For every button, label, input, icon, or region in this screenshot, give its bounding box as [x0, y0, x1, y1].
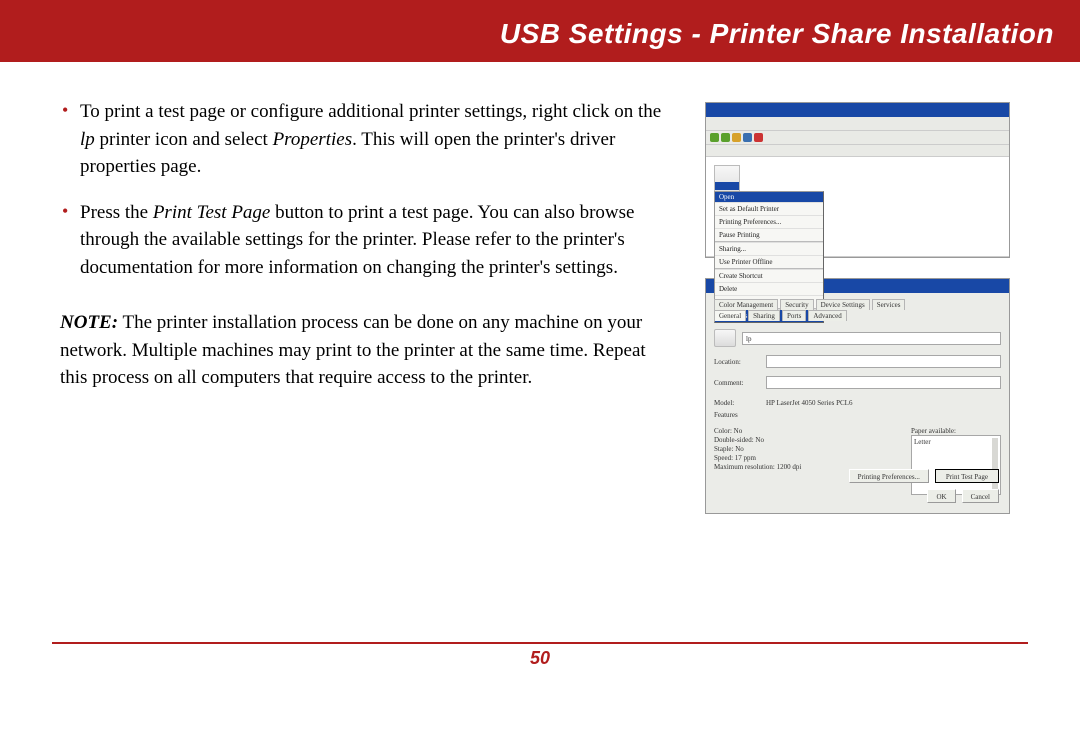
- bullet-list: To print a test page or configure additi…: [60, 98, 675, 281]
- location-input: [766, 355, 1001, 368]
- context-menu-item: Sharing...: [715, 242, 823, 255]
- paper-value: Letter: [912, 436, 1000, 448]
- toolbar-icon: [743, 133, 752, 142]
- printing-preferences-button: Printing Preferences...: [849, 469, 929, 483]
- context-menu-item: Pause Printing: [715, 228, 823, 241]
- dialog-tab-active: General: [714, 310, 746, 321]
- header-title: USB Settings - Printer Share Installatio…: [500, 18, 1054, 49]
- toolbar-icon: [732, 133, 741, 142]
- feature-line: Speed: 17 ppm: [714, 454, 905, 463]
- printer-glyph-icon: [714, 329, 736, 347]
- dialog-body: Color Management Security Device Setting…: [706, 293, 1009, 513]
- italic-text: lp: [80, 129, 95, 150]
- page-header: USB Settings - Printer Share Installatio…: [0, 0, 1080, 62]
- dialog-tab: Ports: [782, 310, 806, 321]
- window-toolbar: [706, 131, 1009, 145]
- dialog-tab: Security: [780, 299, 813, 310]
- feature-line: Color: No: [714, 427, 905, 436]
- context-menu-header: Open: [715, 192, 823, 202]
- cancel-button: Cancel: [962, 489, 999, 503]
- dialog-tab: Advanced: [808, 310, 846, 321]
- note-text: The printer installation process can be …: [60, 312, 646, 388]
- feature-line: Double-sided: No: [714, 436, 905, 445]
- location-row: Location:: [714, 355, 1001, 368]
- window-addressbar: [706, 145, 1009, 157]
- screenshot-printers-window: Open Set as Default Printer Printing Pre…: [705, 102, 1010, 258]
- features-label: Features: [714, 411, 1001, 419]
- name-input: lp: [742, 332, 1001, 345]
- body: To print a test page or configure additi…: [0, 62, 1080, 632]
- text: printer icon and select: [95, 129, 273, 150]
- text: Press the: [80, 202, 153, 223]
- dialog-tabs-row: Color Management Security Device Setting…: [714, 299, 1001, 310]
- note-paragraph: NOTE: The printer installation process c…: [60, 309, 675, 392]
- feature-line: Staple: No: [714, 445, 905, 454]
- print-test-page-button: Print Test Page: [935, 469, 999, 483]
- location-label: Location:: [714, 358, 760, 366]
- comment-input: [766, 376, 1001, 389]
- toolbar-icon: [721, 133, 730, 142]
- page-number: 50: [0, 648, 1080, 669]
- comment-row: Comment:: [714, 376, 1001, 389]
- printer-icon: [714, 165, 740, 193]
- italic-text: Properties: [273, 129, 353, 150]
- dialog-buttons-upper: Printing Preferences... Print Test Page: [849, 469, 999, 483]
- dialog-tab: Color Management: [714, 299, 778, 310]
- context-menu-item: Set as Default Printer: [715, 202, 823, 215]
- ok-button: OK: [927, 489, 955, 503]
- note-label: NOTE:: [60, 312, 118, 333]
- context-menu-item: Create Shortcut: [715, 269, 823, 282]
- text-column: To print a test page or configure additi…: [60, 98, 675, 632]
- document-page: USB Settings - Printer Share Installatio…: [0, 0, 1080, 747]
- context-menu-item: Use Printer Offline: [715, 255, 823, 268]
- window-titlebar: [706, 103, 1009, 117]
- comment-label: Comment:: [714, 379, 760, 387]
- name-row: lp: [714, 329, 1001, 347]
- bullet-item: Press the Print Test Page button to prin…: [60, 199, 675, 282]
- dialog-tabs-row: General Sharing Ports Advanced: [714, 310, 1001, 321]
- text: To print a test page or configure additi…: [80, 101, 661, 122]
- paper-group: Paper available: Letter: [911, 427, 1001, 495]
- context-menu-item: Printing Preferences...: [715, 215, 823, 228]
- screenshot-column: Open Set as Default Printer Printing Pre…: [705, 98, 1010, 632]
- dialog-tab: Services: [872, 299, 906, 310]
- footer-divider: [52, 642, 1028, 644]
- italic-text: Print Test Page: [153, 202, 271, 223]
- dialog-tab: Device Settings: [816, 299, 870, 310]
- dialog-buttons-lower: OK Cancel: [927, 489, 999, 503]
- model-label: Model:: [714, 399, 760, 407]
- dialog-tab: Sharing: [748, 310, 780, 321]
- paper-label: Paper available:: [911, 427, 1001, 435]
- window-menubar: [706, 117, 1009, 131]
- features-box: Color: No Double-sided: No Staple: No Sp…: [714, 427, 1001, 495]
- window-client-area: Open Set as Default Printer Printing Pre…: [706, 157, 1009, 257]
- model-value: HP LaserJet 4050 Series PCL6: [766, 399, 852, 407]
- toolbar-icon: [710, 133, 719, 142]
- feature-list: Color: No Double-sided: No Staple: No Sp…: [714, 427, 905, 495]
- screenshot-properties-dialog: Color Management Security Device Setting…: [705, 278, 1010, 514]
- bullet-item: To print a test page or configure additi…: [60, 98, 675, 181]
- toolbar-icon: [754, 133, 763, 142]
- model-row: Model: HP LaserJet 4050 Series PCL6: [714, 399, 1001, 407]
- paper-listbox: Letter: [911, 435, 1001, 495]
